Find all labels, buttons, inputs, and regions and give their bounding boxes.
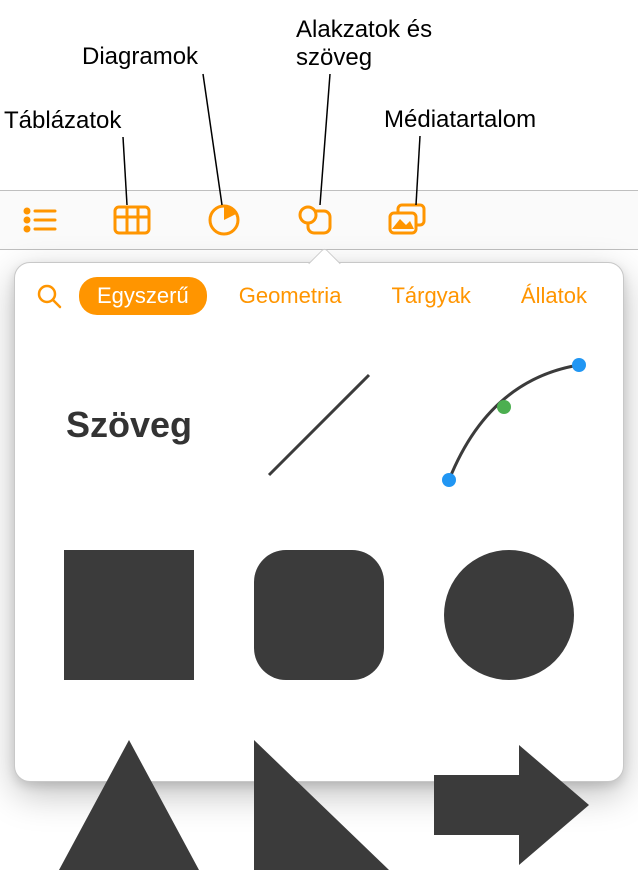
- triangle-icon: [49, 730, 209, 880]
- shape-icon: [298, 203, 334, 237]
- media-button[interactable]: [384, 196, 432, 244]
- chart-button[interactable]: [200, 196, 248, 244]
- line-icon: [249, 355, 389, 495]
- category-basic[interactable]: Egyszerű: [79, 277, 207, 315]
- shape-curve[interactable]: [419, 335, 599, 515]
- shape-button[interactable]: [292, 196, 340, 244]
- category-objects[interactable]: Tárgyak: [373, 277, 488, 315]
- shape-text[interactable]: Szöveg: [39, 335, 219, 515]
- callout-media: Médiatartalom: [384, 106, 536, 134]
- list-icon: [23, 207, 57, 233]
- callout-tables: Táblázatok: [4, 107, 121, 135]
- search-icon: [36, 283, 62, 309]
- shape-triangle[interactable]: [39, 715, 219, 895]
- arrow-right-icon: [424, 735, 594, 875]
- table-button[interactable]: [108, 196, 156, 244]
- media-icon: [388, 203, 428, 237]
- square-icon: [54, 540, 204, 690]
- search-button[interactable]: [33, 280, 65, 312]
- shape-right-triangle[interactable]: [229, 715, 409, 895]
- text-shape-label: Szöveg: [66, 404, 192, 446]
- category-geometry[interactable]: Geometria: [221, 277, 360, 315]
- callout-layer: Táblázatok Diagramok Alakzatok és szöveg…: [0, 0, 638, 190]
- list-button[interactable]: [16, 196, 64, 244]
- table-icon: [113, 205, 151, 235]
- toolbar: [0, 190, 638, 250]
- callout-shapes-text: Alakzatok és szöveg: [296, 16, 432, 72]
- circle-icon: [434, 540, 584, 690]
- shapes-popover: Egyszerű Geometria Tárgyak Állatok Szöve…: [14, 262, 624, 782]
- shape-arrow-right[interactable]: [419, 715, 599, 895]
- shape-circle[interactable]: [419, 525, 599, 705]
- category-animals[interactable]: Állatok: [503, 277, 605, 315]
- curve-icon: [429, 350, 589, 500]
- chart-icon: [207, 203, 241, 237]
- shapes-grid: Szöveg: [15, 325, 623, 895]
- category-row: Egyszerű Geometria Tárgyak Állatok: [15, 263, 623, 325]
- shape-line[interactable]: [229, 335, 409, 515]
- right-triangle-icon: [239, 730, 399, 880]
- callout-charts: Diagramok: [82, 43, 198, 71]
- shape-rounded-square[interactable]: [229, 525, 409, 705]
- rounded-square-icon: [244, 540, 394, 690]
- shape-square[interactable]: [39, 525, 219, 705]
